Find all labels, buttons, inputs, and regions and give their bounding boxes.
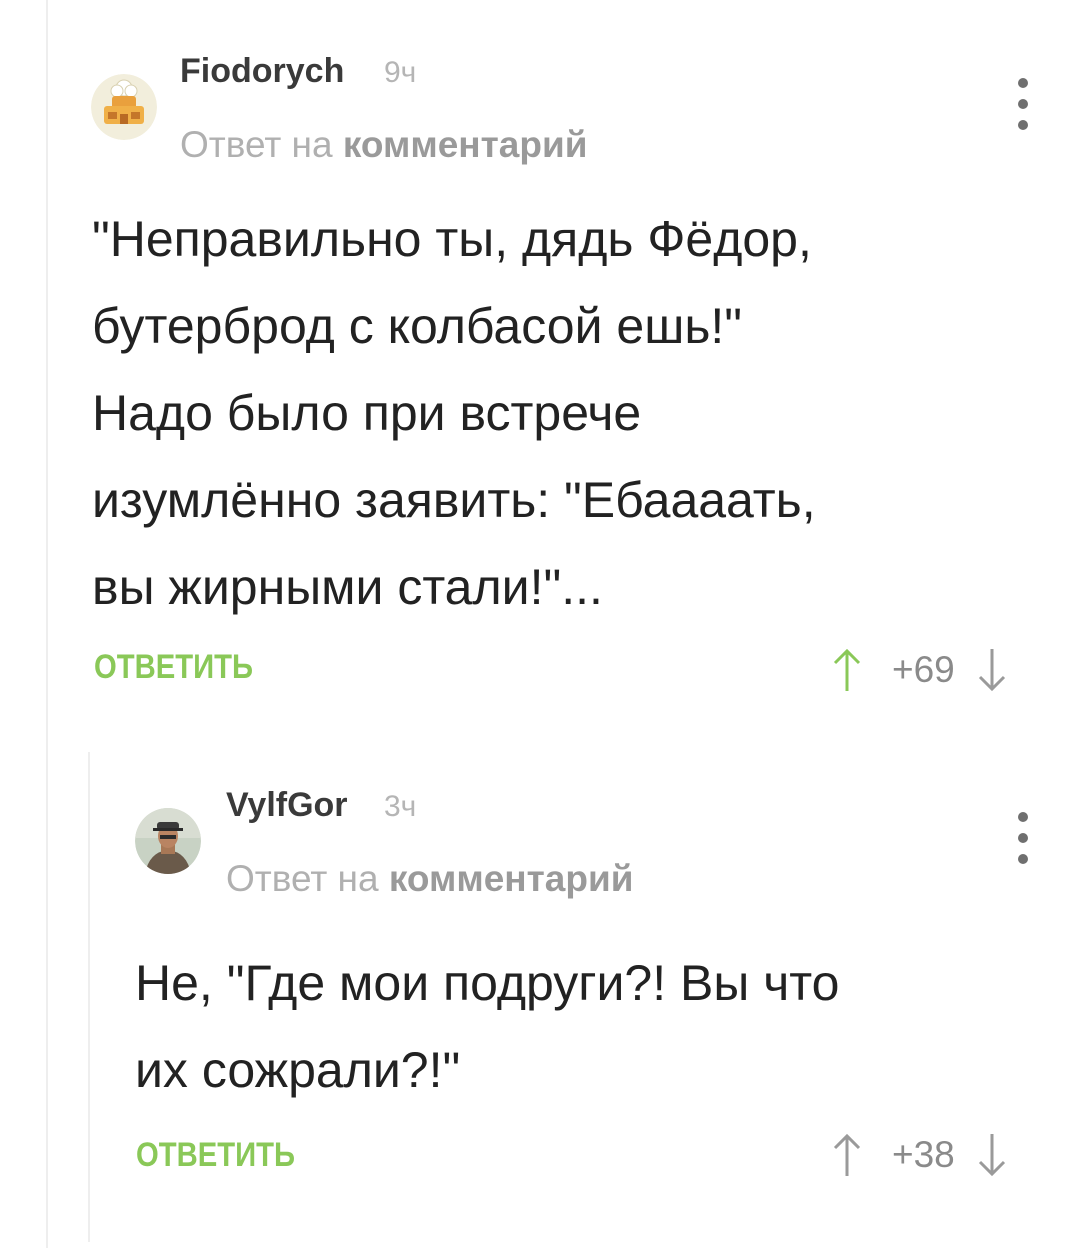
reply-to-line: Ответ на комментарий: [226, 858, 633, 900]
reply-to-link[interactable]: комментарий: [389, 858, 634, 899]
user-photo-avatar-icon: [135, 808, 201, 874]
comment-rating: +38: [892, 1134, 955, 1175]
downvote-arrow-icon[interactable]: [977, 1132, 1007, 1178]
comment-author[interactable]: VylfGor: [226, 786, 348, 825]
upvote-arrow-icon[interactable]: [832, 1132, 862, 1178]
avatar[interactable]: [135, 808, 201, 874]
comment-reply: VylfGor 3ч Ответ на комментарий Не, "Где…: [0, 0, 1080, 1248]
reply-button[interactable]: ОТВЕТИТЬ: [136, 1136, 295, 1175]
reply-to-prefix: Ответ на: [226, 858, 379, 899]
comment-time: 3ч: [384, 790, 417, 823]
vote-controls: +38: [832, 1130, 1007, 1180]
more-options-icon[interactable]: [1008, 808, 1038, 868]
comment-text: Не, "Где мои подруги?! Вы что их сожрали…: [135, 955, 840, 1098]
